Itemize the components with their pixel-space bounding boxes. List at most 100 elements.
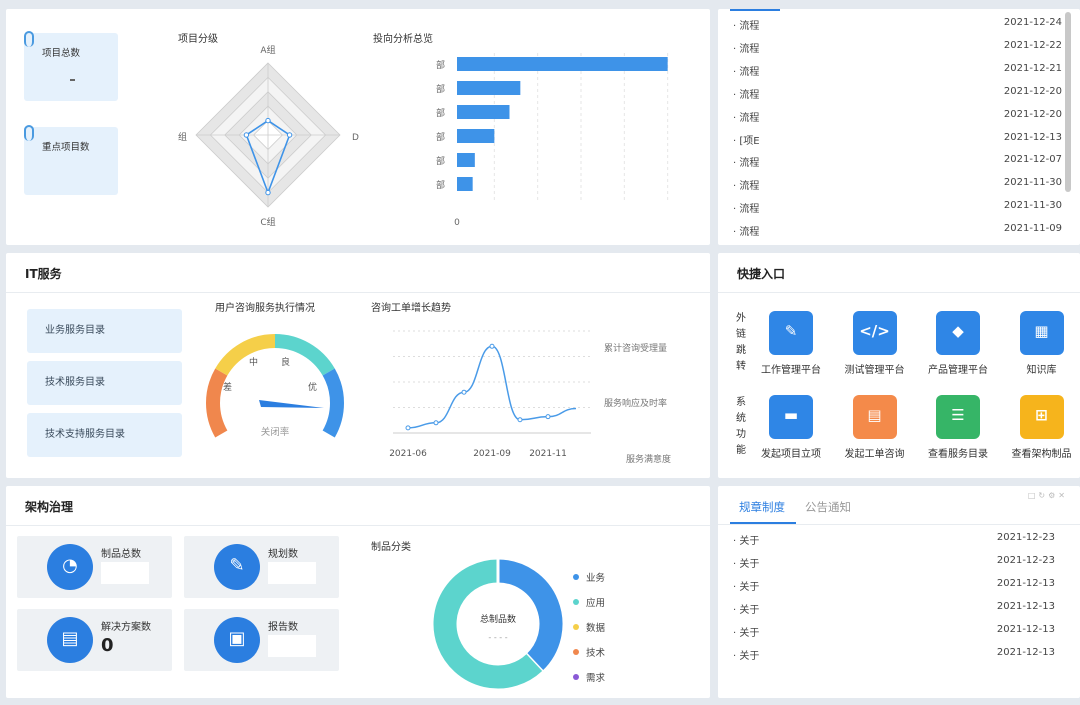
notice-list-item[interactable]: · 关于 2021-12-13 [733,647,1055,667]
donut-center-value: - - - - [488,633,507,642]
notice-list-item[interactable]: · 关于 2021-12-13 [733,578,1055,598]
quick-entry-item[interactable]: ⊞ 查看架构制品 [1000,395,1080,460]
icon-glyph: ✎ [784,322,798,340]
icon-glyph: ◆ [952,322,964,340]
business-catalog-button[interactable]: 业务服务目录 [27,309,182,353]
legend-item[interactable]: 业务 [573,570,605,584]
notice-item-title: 关于 [739,536,760,547]
gauge-label-mid: 中 [249,356,258,368]
tab-regulations[interactable]: 规章制度 [739,499,785,515]
panel-tools: □↻⚙✕ [1028,491,1068,500]
tab-announcements[interactable]: 公告通知 [805,499,851,515]
flow-item-date: 2021-12-21 [1003,62,1062,74]
gauge-segment [206,368,228,438]
quick-entry-item[interactable]: ▤ 发起工单咨询 [833,395,917,460]
overview-panel: 项目总数 重点项目数 项目分级 A组 D C组 组 投向分析总览 部部部部部部0 [6,9,710,245]
stat-value-placeholder [268,562,316,584]
gauge-label-excellent: 优 [308,381,317,393]
stat-card[interactable]: ▤ 解决方案数 0 [17,609,172,671]
close-icon[interactable]: ✕ [1058,491,1068,500]
flow-list-item[interactable]: · 流程 2021-12-21 [733,63,1062,83]
radar-point [265,189,271,196]
donut-title: 制品分类 [371,542,411,553]
legend-label: 业务 [586,573,606,584]
legend-item[interactable]: 应用 [573,595,605,609]
notice-list-item[interactable]: · 关于 2021-12-13 [733,601,1055,621]
trend-legend-1: 累计咨询受理量 [604,344,668,354]
flow-list-item[interactable]: · [项E 2021-12-13 [733,132,1062,152]
legend-dot [573,599,579,605]
gear-icon[interactable]: ⚙ [1048,491,1058,500]
total-projects-card[interactable]: 项目总数 [24,31,118,101]
scrollbar[interactable] [1065,12,1071,192]
flow-item-title: 流程 [739,204,760,216]
flow-item-title: 流程 [739,43,760,55]
stat-card[interactable]: ◔ 制品总数 [17,536,172,598]
icon-glyph: ▣ [228,628,246,649]
quick-entry-item[interactable]: ▬ 发起项目立项 [749,395,833,460]
flow-list-item[interactable]: · 流程 2021-11-30 [733,200,1062,220]
flow-list-item[interactable]: · 流程 2021-12-22 [733,40,1062,60]
icon-glyph: ▦ [1034,322,1049,340]
legend-item[interactable]: 需求 [573,670,605,684]
bar-category-label: 部 [436,59,445,71]
flow-list-item[interactable]: · 流程 2021-12-24 [733,17,1062,37]
notice-item-date: 2021-12-13 [996,577,1055,589]
refresh-icon[interactable]: ↻ [1038,491,1048,500]
flow-item-title: 流程 [739,181,760,193]
legend-dot [573,649,579,655]
notice-item-date: 2021-12-13 [996,623,1055,635]
stat-value: 0 [101,635,114,656]
tech-catalog-button[interactable]: 技术服务目录 [27,361,182,405]
stat-card[interactable]: ✎ 规划数 [184,536,339,598]
quick-entry-item[interactable]: ▦ 知识库 [1000,311,1080,376]
quick-entry-item[interactable]: ☰ 查看服务目录 [916,395,1000,460]
legend-item[interactable]: 数据 [573,620,605,634]
pie-icon: ◔ [47,544,93,590]
radar-point [243,132,250,138]
stat-value-placeholder [101,562,149,584]
flow-item-title: 流程 [739,227,760,239]
gauge-title: 用户咨询服务执行情况 [215,303,315,314]
notice-item-date: 2021-12-23 [996,554,1055,566]
legend-item[interactable]: 技术 [573,645,605,659]
quick-entry-item[interactable]: </> 测试管理平台 [833,311,917,376]
notice-list-item[interactable]: · 关于 2021-12-23 [733,555,1055,575]
grid-icon: ▦ [1019,311,1064,355]
trend-chart: 2021-06 2021-09 2021-11 [389,330,591,459]
external-links-label: 外链跳转 [736,313,746,372]
quick-entry-label: 发起工单咨询 [844,449,905,460]
key-projects-card[interactable]: 重点项目数 [24,125,118,195]
notice-list-item[interactable]: · 关于 2021-12-23 [733,532,1055,552]
radar-point [286,132,293,138]
quick-entry-item[interactable]: ✎ 工作管理平台 [749,311,833,376]
gauge-needle [259,400,324,408]
flow-list-item[interactable]: · 流程 2021-12-07 [733,154,1062,174]
lock-icon[interactable]: □ [1028,491,1039,500]
support-catalog-button[interactable]: 技术支持服务目录 [27,413,182,457]
bar-category-label: 部 [436,83,445,95]
flow-list-item[interactable]: · 流程 2021-11-09 [733,223,1062,243]
quick-entry-label: 工作管理平台 [761,365,821,376]
stat-card[interactable]: ▣ 报告数 [184,609,339,671]
stat-label: 规划数 [268,549,298,560]
bar [457,177,473,191]
flow-list-item[interactable]: · 流程 2021-11-30 [733,177,1062,197]
legend-dot [573,624,579,630]
notice-list-item[interactable]: · 关于 2021-12-13 [733,624,1055,644]
notice-item-title: 关于 [739,650,760,662]
icon-glyph: ⊞ [1035,406,1048,424]
tab-divider [718,524,1080,525]
trend-point [433,420,439,426]
flow-list-item[interactable]: · 流程 2021-12-20 [733,86,1062,106]
trend-x-label: 2021-06 [389,449,427,459]
notice-item-title: 关于 [739,604,760,616]
donut-chart: 总制品数 - - - - [433,559,563,689]
radar-label-right: D [352,133,359,143]
clipboard-icon: ▤ [47,617,93,663]
flow-item-date: 2021-12-13 [1003,131,1062,143]
icon-glyph: ▬ [783,406,799,424]
quick-entry-item[interactable]: ◆ 产品管理平台 [916,311,1000,376]
flow-item-date: 2021-11-30 [1003,200,1062,212]
flow-list-item[interactable]: · 流程 2021-12-20 [733,109,1062,129]
